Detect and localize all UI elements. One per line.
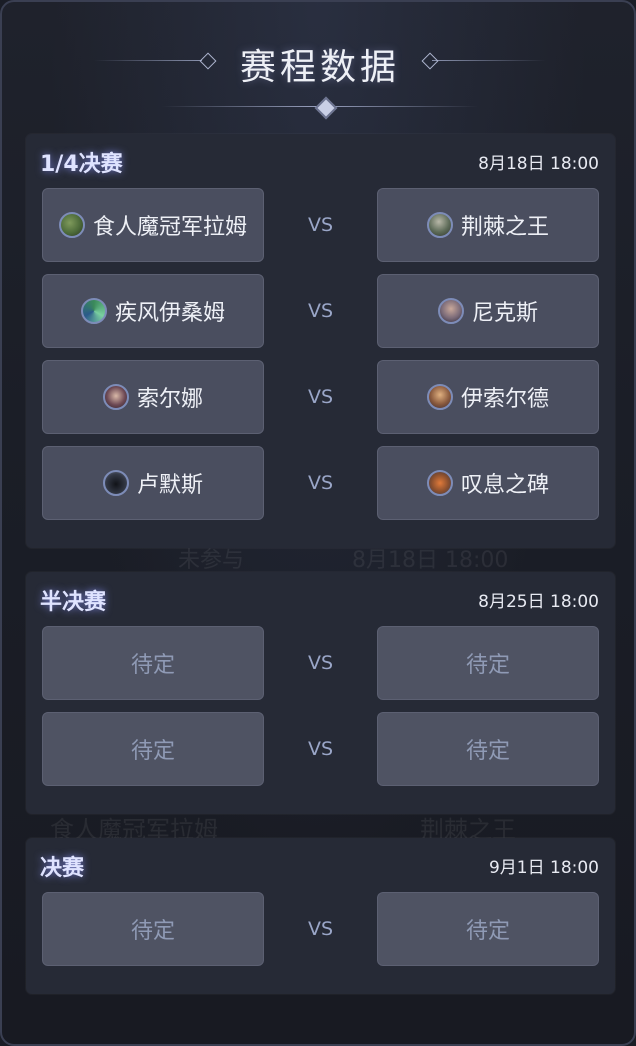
team-name: 尼克斯 — [471, 301, 538, 326]
team-name: 荆棘之王 — [460, 215, 549, 240]
match-row: 食人魔冠军拉姆 VS 荆棘之王 — [42, 188, 599, 262]
team-box-tbd[interactable]: 待定 — [377, 712, 599, 786]
match-row: 待定 VS 待定 — [42, 892, 599, 966]
vs-label: VS — [307, 386, 334, 408]
round-title: 决赛 — [40, 856, 85, 881]
team-name: 叹息之碑 — [460, 473, 549, 498]
team-box[interactable]: 荆棘之王 — [377, 188, 599, 262]
thorn-king-avatar-icon — [426, 212, 453, 238]
round-title: 1/4决赛 — [40, 152, 123, 177]
team-name: 食人魔冠军拉姆 — [92, 215, 247, 240]
vs-label: VS — [307, 472, 334, 494]
team-name: 卢默斯 — [136, 473, 203, 498]
team-box[interactable]: 疾风伊桑姆 — [42, 274, 264, 348]
team-name: 伊索尔德 — [460, 387, 549, 412]
team-name: 待定 — [130, 653, 175, 678]
team-box-tbd[interactable]: 待定 — [42, 892, 264, 966]
vs-label: VS — [307, 214, 334, 236]
lumos-avatar-icon — [102, 470, 129, 496]
vs-label: VS — [307, 300, 334, 322]
team-name: 疾风伊桑姆 — [114, 301, 225, 326]
team-name: 索尔娜 — [136, 387, 203, 412]
nyx-avatar-icon — [437, 298, 464, 324]
round-date: 8月18日 18:00 — [478, 154, 599, 174]
team-box-tbd[interactable]: 待定 — [377, 626, 599, 700]
round-panel-final: 决赛 9月1日 18:00 待定 VS 待定 — [26, 838, 615, 994]
sigh-monument-avatar-icon — [426, 470, 453, 496]
team-name: 待定 — [465, 739, 510, 764]
vs-label: VS — [307, 738, 334, 760]
vs-label: VS — [307, 652, 334, 674]
team-name: 待定 — [465, 919, 510, 944]
team-box[interactable]: 叹息之碑 — [377, 446, 599, 520]
round-date: 8月25日 18:00 — [478, 592, 599, 612]
match-row: 卢默斯 VS 叹息之碑 — [42, 446, 599, 520]
solna-avatar-icon — [102, 384, 129, 410]
gale-avatar-icon — [80, 298, 107, 324]
team-name: 待定 — [465, 653, 510, 678]
ogre-avatar-icon — [58, 212, 85, 238]
team-box-tbd[interactable]: 待定 — [42, 626, 264, 700]
team-box[interactable]: 索尔娜 — [42, 360, 264, 434]
team-box-tbd[interactable]: 待定 — [42, 712, 264, 786]
page-title: 赛程数据 — [239, 47, 400, 88]
team-box[interactable]: 伊索尔德 — [377, 360, 599, 434]
team-box[interactable]: 卢默斯 — [42, 446, 264, 520]
team-box[interactable]: 尼克斯 — [377, 274, 599, 348]
round-panel-semifinal: 半决赛 8月25日 18:00 待定 VS 待定 待定 VS 待定 — [26, 572, 615, 814]
match-row: 索尔娜 VS 伊索尔德 — [42, 360, 599, 434]
team-box-tbd[interactable]: 待定 — [377, 892, 599, 966]
match-row: 待定 VS 待定 — [42, 626, 599, 700]
round-date: 9月1日 18:00 — [488, 858, 599, 878]
vs-label: VS — [307, 918, 334, 940]
team-box[interactable]: 食人魔冠军拉姆 — [42, 188, 264, 262]
match-row: 疾风伊桑姆 VS 尼克斯 — [42, 274, 599, 348]
round-panel-quarterfinal: 1/4决赛 8月18日 18:00 食人魔冠军拉姆 VS 荆棘之王 疾风伊桑姆 … — [26, 134, 615, 548]
title-ornament-gem — [314, 96, 338, 120]
round-title: 半决赛 — [40, 590, 107, 615]
team-name: 待定 — [130, 919, 175, 944]
schedule-frame: 未参与 8月18日 18:00 食人魔冠军拉姆 荆棘之王 赛程数据 1/4决赛 … — [0, 0, 636, 1046]
match-row: 待定 VS 待定 — [42, 712, 599, 786]
team-name: 待定 — [130, 739, 175, 764]
isolde-avatar-icon — [426, 384, 453, 410]
